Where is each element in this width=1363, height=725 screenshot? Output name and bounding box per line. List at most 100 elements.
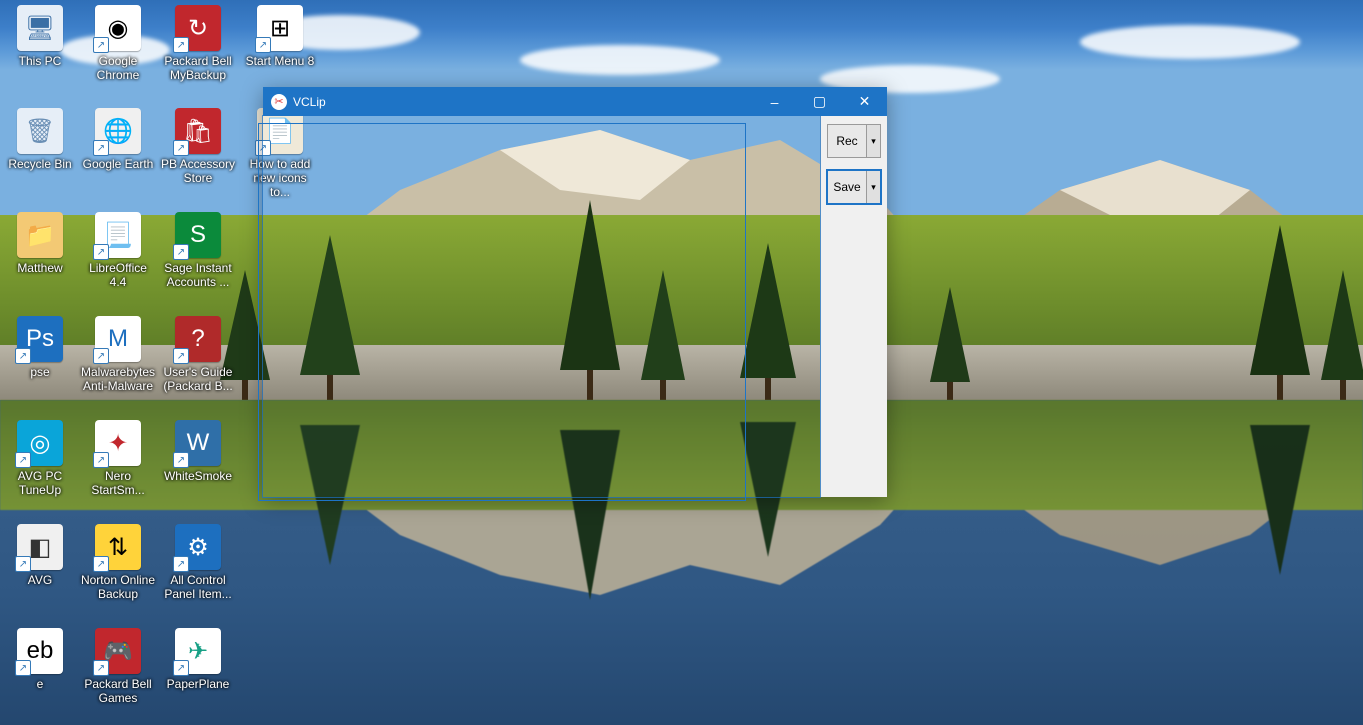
shortcut-overlay-icon: ↗ — [93, 37, 109, 53]
shortcut-overlay-icon: ↗ — [15, 348, 31, 364]
desktop-icon-avg-tuneup[interactable]: ◎↗ AVG PC TuneUp — [2, 420, 78, 497]
shortcut-overlay-icon: ↗ — [93, 452, 109, 468]
avg-icon: ◧↗ — [17, 524, 63, 570]
pb-games-icon: 🎮↗ — [95, 628, 141, 674]
google-earth-icon: 🌐↗ — [95, 108, 141, 154]
shortcut-overlay-icon: ↗ — [173, 660, 189, 676]
recycle-bin-icon: 🗑 — [17, 108, 63, 154]
users-guide-icon: ?↗ — [175, 316, 221, 362]
desktop-icon-label: AVG PC TuneUp — [2, 469, 78, 497]
shortcut-overlay-icon: ↗ — [173, 140, 189, 156]
desktop-icon-sage-instant[interactable]: S↗ Sage Instant Accounts ... — [160, 212, 236, 289]
minimize-button[interactable]: – — [752, 87, 797, 116]
close-button[interactable]: ✕ — [842, 87, 887, 116]
save-button-label: Save — [828, 171, 866, 203]
desktop-icon-label: WhiteSmoke — [164, 469, 232, 483]
google-chrome-icon: ◉↗ — [95, 5, 141, 51]
shortcut-overlay-icon: ↗ — [15, 556, 31, 572]
desktop-icon-label: Malwarebytes Anti-Malware — [80, 365, 156, 393]
norton-backup-icon: ⇅↗ — [95, 524, 141, 570]
desktop-icon-label: Start Menu 8 — [246, 54, 315, 68]
desktop-icon-recycle-bin[interactable]: 🗑 Recycle Bin — [2, 108, 78, 171]
desktop-icon-label: PB Accessory Store — [160, 157, 236, 185]
start-menu-8-icon: ⊞↗ — [257, 5, 303, 51]
desktop-icon-label: Nero StartSm... — [80, 469, 156, 497]
desktop-icon-e-ebay[interactable]: eb↗ e — [2, 628, 78, 691]
desktop-icon-google-chrome[interactable]: ◉↗ Google Chrome — [80, 5, 156, 82]
desktop-icon-avg[interactable]: ◧↗ AVG — [2, 524, 78, 587]
nero-icon: ✦↗ — [95, 420, 141, 466]
maximize-button[interactable]: ▢ — [797, 87, 842, 116]
desktop-icon-control-panel[interactable]: ⚙↗ All Control Panel Item... — [160, 524, 236, 601]
shortcut-overlay-icon: ↗ — [15, 660, 31, 676]
rec-dropdown[interactable]: ▾ — [866, 125, 880, 157]
rec-button-label: Rec — [828, 125, 866, 157]
this-pc-icon: 🖥 — [17, 5, 63, 51]
paperplane-icon: ✈↗ — [175, 628, 221, 674]
desktop-icon-label: pse — [30, 365, 49, 379]
whitesmoke-icon: W↗ — [175, 420, 221, 466]
matthew-icon: 📁 — [17, 212, 63, 258]
shortcut-overlay-icon: ↗ — [93, 660, 109, 676]
desktop-icon-pse[interactable]: Ps↗ pse — [2, 316, 78, 379]
desktop-icon-label: Sage Instant Accounts ... — [160, 261, 236, 289]
pb-accessory-store-icon: 🛍↗ — [175, 108, 221, 154]
shortcut-overlay-icon: ↗ — [173, 244, 189, 260]
desktop-icon-paperplane[interactable]: ✈↗ PaperPlane — [160, 628, 236, 691]
shortcut-overlay-icon: ↗ — [93, 348, 109, 364]
sage-instant-icon: S↗ — [175, 212, 221, 258]
desktop-icon-nero[interactable]: ✦↗ Nero StartSm... — [80, 420, 156, 497]
save-dropdown[interactable]: ▾ — [866, 171, 880, 203]
shortcut-overlay-icon: ↗ — [93, 556, 109, 572]
desktop-icon-google-earth[interactable]: 🌐↗ Google Earth — [80, 108, 156, 171]
libreoffice-icon: 📃↗ — [95, 212, 141, 258]
vclip-window[interactable]: ✂ VCLip – ▢ ✕ Rec ▾ Save ▾ — [263, 87, 887, 497]
desktop-icon-label: This PC — [19, 54, 62, 68]
shortcut-overlay-icon: ↗ — [93, 140, 109, 156]
vclip-app-icon: ✂ — [271, 94, 287, 110]
desktop-icon-label: Norton Online Backup — [80, 573, 156, 601]
desktop-icon-label: Recycle Bin — [8, 157, 71, 171]
shortcut-overlay-icon: ↗ — [173, 556, 189, 572]
rec-button[interactable]: Rec ▾ — [827, 124, 881, 158]
desktop-icon-this-pc[interactable]: 🖥 This PC — [2, 5, 78, 68]
side-panel: Rec ▾ Save ▾ — [820, 116, 887, 497]
e-ebay-icon: eb↗ — [17, 628, 63, 674]
desktop-icon-norton-backup[interactable]: ⇅↗ Norton Online Backup — [80, 524, 156, 601]
desktop-icon-pb-accessory-store[interactable]: 🛍↗ PB Accessory Store — [160, 108, 236, 185]
desktop-icon-pb-games[interactable]: 🎮↗ Packard Bell Games — [80, 628, 156, 705]
desktop-icon-start-menu-8[interactable]: ⊞↗ Start Menu 8 — [242, 5, 318, 68]
pse-icon: Ps↗ — [17, 316, 63, 362]
shortcut-overlay-icon: ↗ — [173, 37, 189, 53]
desktop-icon-label: e — [37, 677, 44, 691]
capture-region[interactable] — [263, 116, 820, 497]
desktop-icon-whitesmoke[interactable]: W↗ WhiteSmoke — [160, 420, 236, 483]
desktop-icon-label: PaperPlane — [167, 677, 230, 691]
desktop-icon-label: AVG — [28, 573, 52, 587]
malwarebytes-icon: M↗ — [95, 316, 141, 362]
window-title: VCLip — [293, 95, 326, 109]
desktop-icon-label: Matthew — [17, 261, 62, 275]
window-body: Rec ▾ Save ▾ — [263, 116, 887, 497]
desktop-icon-matthew[interactable]: 📁 Matthew — [2, 212, 78, 275]
desktop-icon-packard-bell-mybackup[interactable]: ↻↗Packard Bell MyBackup — [160, 5, 236, 82]
shortcut-overlay-icon: ↗ — [15, 452, 31, 468]
desktop-icon-libreoffice[interactable]: 📃↗ LibreOffice 4.4 — [80, 212, 156, 289]
desktop-icon-label: Google Chrome — [80, 54, 156, 82]
shortcut-overlay-icon: ↗ — [173, 348, 189, 364]
desktop-icon-label: User's Guide (Packard B... — [160, 365, 236, 393]
avg-tuneup-icon: ◎↗ — [17, 420, 63, 466]
desktop-icon-malwarebytes[interactable]: M↗ Malwarebytes Anti-Malware — [80, 316, 156, 393]
selection-rectangle — [258, 123, 746, 501]
desktop-icon-label: Packard Bell MyBackup — [160, 54, 236, 82]
desktop-icon-label: All Control Panel Item... — [160, 573, 236, 601]
control-panel-icon: ⚙↗ — [175, 524, 221, 570]
desktop-icon-label: Packard Bell Games — [80, 677, 156, 705]
shortcut-overlay-icon: ↗ — [255, 37, 271, 53]
shortcut-overlay-icon: ↗ — [173, 452, 189, 468]
desktop-icon-users-guide[interactable]: ?↗ User's Guide (Packard B... — [160, 316, 236, 393]
titlebar[interactable]: ✂ VCLip – ▢ ✕ — [263, 87, 887, 116]
desktop-icon-label: LibreOffice 4.4 — [80, 261, 156, 289]
desktop-icon-label: Google Earth — [83, 157, 154, 171]
save-button[interactable]: Save ▾ — [827, 170, 881, 204]
